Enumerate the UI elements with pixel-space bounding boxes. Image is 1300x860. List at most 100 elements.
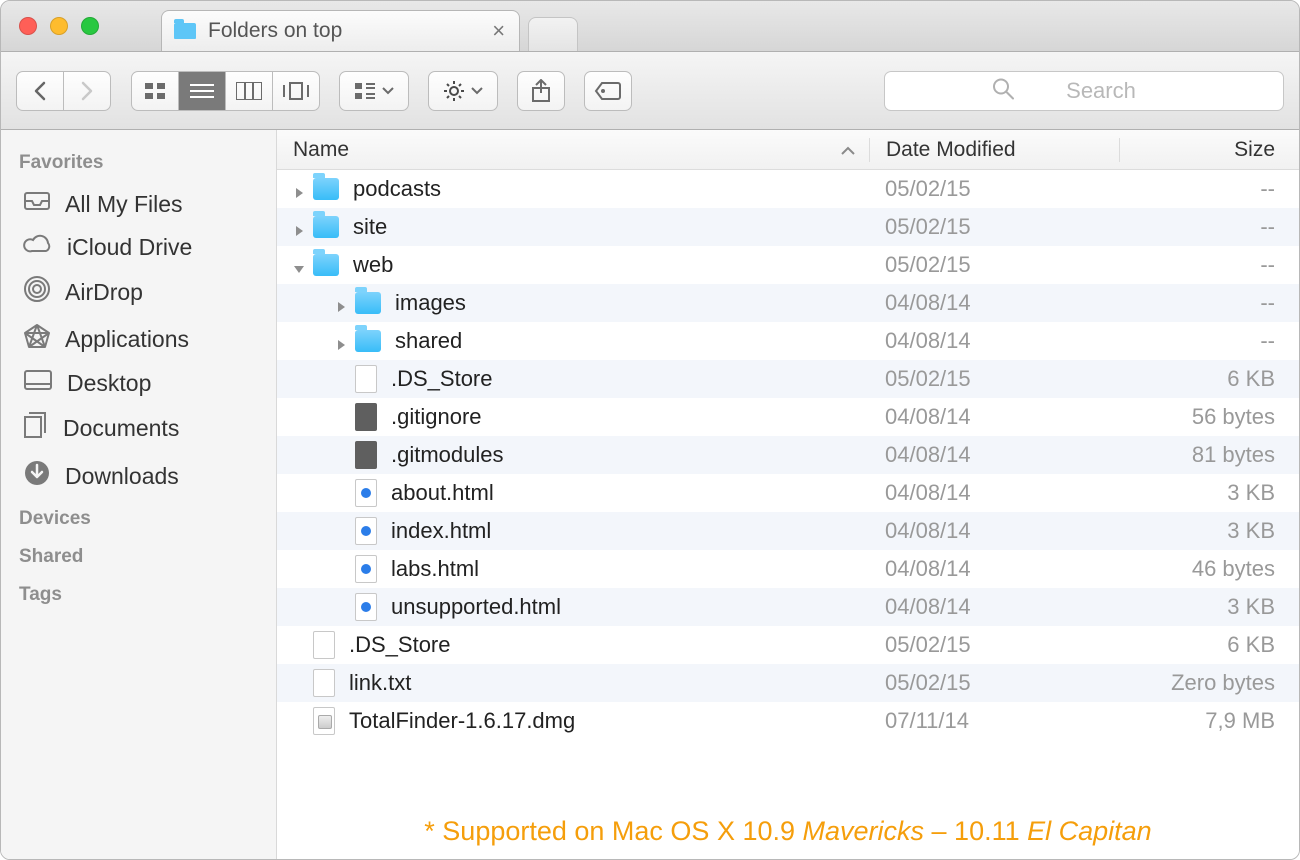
arrange-button[interactable] [339,71,409,111]
file-date: 05/02/15 [869,252,1119,278]
sidebar-section-header: Devices [1,500,276,538]
file-date: 05/02/15 [869,670,1119,696]
minimize-window-button[interactable] [50,17,68,35]
support-note: * Supported on Mac OS X 10.9 Mavericks –… [277,794,1299,859]
chevron-right-icon [80,81,94,101]
column-header-name[interactable]: Name [277,138,869,162]
support-note-mid: – 10.11 [924,816,1027,846]
file-date: 05/02/15 [869,366,1119,392]
close-window-button[interactable] [19,17,37,35]
column-header-size[interactable]: Size [1119,138,1299,162]
file-row[interactable]: web05/02/15-- [277,246,1299,284]
file-name: about.html [391,480,494,506]
share-icon [530,79,552,103]
sidebar-item-label: Applications [65,326,189,353]
sidebar-item-icloud-drive[interactable]: iCloud Drive [1,226,276,268]
file-date: 04/08/14 [869,556,1119,582]
file-size: 3 KB [1119,594,1299,620]
file-size: 46 bytes [1119,556,1299,582]
file-row[interactable]: .gitmodules04/08/1481 bytes [277,436,1299,474]
coverflow-view-button[interactable] [272,71,320,111]
file-row[interactable]: .DS_Store05/02/156 KB [277,360,1299,398]
disclosure-triangle-icon[interactable] [291,181,307,197]
file-row[interactable]: .gitignore04/08/1456 bytes [277,398,1299,436]
search-input[interactable] [884,71,1284,111]
html-file-icon [355,593,377,621]
sidebar-item-desktop[interactable]: Desktop [1,362,276,404]
file-date: 04/08/14 [869,518,1119,544]
folder-icon [313,254,339,276]
file-date: 05/02/15 [869,214,1119,240]
column-view-button[interactable] [225,71,273,111]
sidebar-section-header: Favorites [1,144,276,182]
file-row[interactable]: about.html04/08/143 KB [277,474,1299,512]
sort-ascending-icon [841,138,855,162]
tab-active[interactable]: Folders on top × [161,10,520,51]
column-header-date[interactable]: Date Modified [869,138,1119,162]
file-size: -- [1119,176,1299,202]
sidebar-item-documents[interactable]: Documents [1,404,276,452]
file-row[interactable]: site05/02/15-- [277,208,1299,246]
sidebar-item-applications[interactable]: Applications [1,316,276,362]
airdrop-icon [23,275,51,309]
list-view-button[interactable] [178,71,226,111]
sidebar-item-label: Downloads [65,463,179,490]
config-file-icon [355,441,377,469]
sidebar-item-label: All My Files [65,191,183,218]
sidebar: Favorites All My Files iCloud DriveAirDrop… [1,130,277,859]
folder-icon [313,178,339,200]
file-size: 6 KB [1119,366,1299,392]
new-tab-button[interactable] [528,17,578,51]
spacer [333,485,349,501]
disclosure-triangle-icon[interactable] [333,333,349,349]
support-note-em2: El Capitan [1027,816,1152,846]
disclosure-triangle-icon[interactable] [291,219,307,235]
column-name-label: Name [293,138,349,162]
file-size: 6 KB [1119,632,1299,658]
support-note-em1: Mavericks [803,816,925,846]
file-row[interactable]: unsupported.html04/08/143 KB [277,588,1299,626]
sidebar-item-label: Documents [63,415,179,442]
sidebar-item-all-my-files[interactable]: All My Files [1,182,276,226]
forward-button[interactable] [63,71,111,111]
disclosure-triangle-icon[interactable] [291,257,307,273]
file-row[interactable]: TotalFinder-1.6.17.dmg07/11/147,9 MB [277,702,1299,740]
tags-button[interactable] [584,71,632,111]
tag-icon [594,81,622,101]
sidebar-item-downloads[interactable]: Downloads [1,452,276,500]
tab-close-icon[interactable]: × [492,18,505,44]
arrange-icon [354,82,376,100]
docs-icon [23,411,49,445]
file-row[interactable]: .DS_Store05/02/156 KB [277,626,1299,664]
list-icon [190,83,214,99]
file-row[interactable]: index.html04/08/143 KB [277,512,1299,550]
sidebar-item-airdrop[interactable]: AirDrop [1,268,276,316]
file-row[interactable]: images04/08/14-- [277,284,1299,322]
file-row[interactable]: link.txt05/02/15Zero bytes [277,664,1299,702]
toolbar [1,52,1299,130]
file-name: labs.html [391,556,479,582]
folder-icon [313,216,339,238]
file-row[interactable]: podcasts05/02/15-- [277,170,1299,208]
file-date: 04/08/14 [869,290,1119,316]
folder-icon [355,330,381,352]
file-name: podcasts [353,176,441,202]
chevron-down-icon [382,87,394,95]
file-size: Zero bytes [1119,670,1299,696]
icon-view-button[interactable] [131,71,179,111]
file-row[interactable]: labs.html 04/08/1446 bytes [277,550,1299,588]
file-size: -- [1119,214,1299,240]
column-header-row: Name Date Modified Size [277,130,1299,170]
disclosure-triangle-icon[interactable] [333,295,349,311]
coverflow-icon [281,82,311,100]
share-button[interactable] [517,71,565,111]
columns-icon [236,82,262,100]
file-icon [313,669,335,697]
file-size: 3 KB [1119,480,1299,506]
action-menu-button[interactable] [428,71,498,111]
file-size: -- [1119,328,1299,354]
zoom-window-button[interactable] [81,17,99,35]
file-row[interactable]: shared04/08/14-- [277,322,1299,360]
file-list: podcasts05/02/15--site05/02/15--web05/02… [277,170,1299,794]
back-button[interactable] [16,71,64,111]
